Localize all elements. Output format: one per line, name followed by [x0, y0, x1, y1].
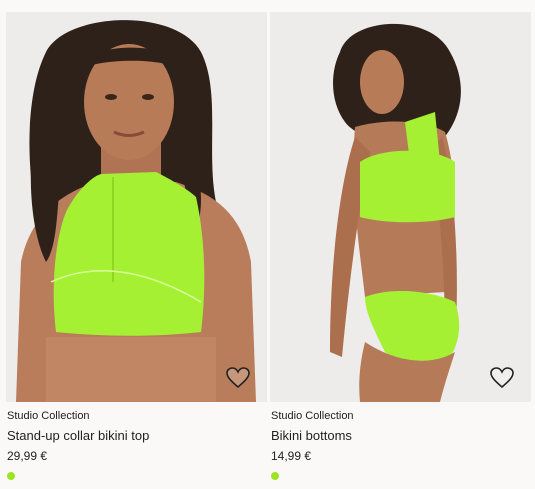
favorite-heart-icon[interactable] [225, 366, 251, 390]
product-price: 29,99 € [7, 449, 48, 463]
product-brand: Studio Collection [271, 410, 354, 422]
product-title[interactable]: Bikini bottoms [271, 428, 352, 443]
product-card-bikini-top[interactable]: Studio Collection Stand-up collar bikini… [6, 0, 267, 489]
heart-outline-icon [490, 367, 514, 389]
product-brand: Studio Collection [7, 410, 90, 422]
color-swatch[interactable] [7, 472, 15, 480]
product-image-bikini-bottoms[interactable] [270, 12, 531, 402]
favorite-heart-icon[interactable] [489, 366, 515, 390]
product-image-bikini-top[interactable] [6, 12, 267, 402]
product-title[interactable]: Stand-up collar bikini top [7, 428, 149, 443]
product-price: 14,99 € [271, 449, 312, 463]
bikini-top-photo [6, 12, 267, 402]
bikini-bottoms-photo [270, 12, 531, 402]
product-grid: Studio Collection Stand-up collar bikini… [0, 0, 535, 489]
color-swatch[interactable] [271, 472, 279, 480]
product-card-bikini-bottoms[interactable]: Studio Collection Bikini bottoms 14,99 € [270, 0, 531, 489]
heart-outline-icon [226, 367, 250, 389]
